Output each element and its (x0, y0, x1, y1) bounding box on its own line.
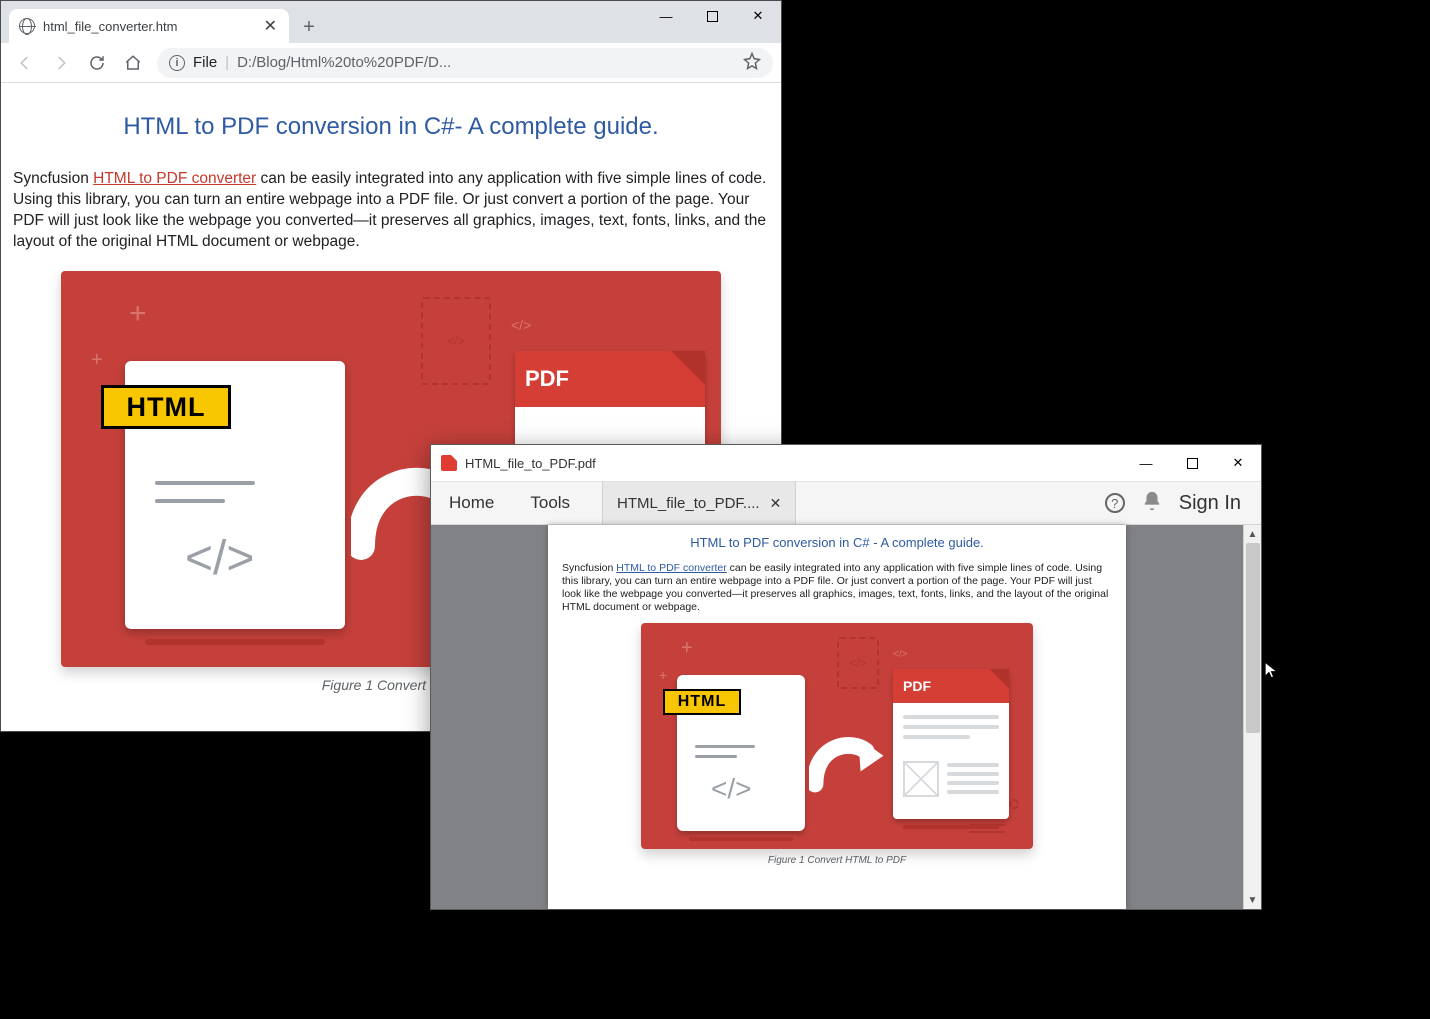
url-bar[interactable]: i File | D:/Blog/Html%20to%20PDF/D... (157, 48, 773, 78)
arrow-icon (809, 727, 887, 793)
url-scheme-label: File (193, 54, 217, 71)
html-doc-icon: HTML </> (125, 361, 345, 629)
browser-tab[interactable]: html_file_converter.htm ✕ (9, 9, 289, 43)
mouse-cursor-icon (1263, 661, 1281, 684)
menu-tools[interactable]: Tools (512, 482, 588, 524)
scroll-track[interactable] (1244, 543, 1261, 891)
tab-close-icon[interactable]: ✕ (264, 16, 277, 36)
chrome-titlebar: html_file_converter.htm ✕ + ― ✕ (1, 1, 781, 43)
decoration-plus-icon: + (129, 297, 147, 331)
bookmark-star-icon[interactable] (743, 52, 761, 74)
nav-home-button[interactable] (117, 47, 149, 79)
tab-title: html_file_converter.htm (43, 19, 256, 34)
window-minimize-button[interactable]: ― (1123, 445, 1169, 481)
decoration-ghost-doc-icon (837, 637, 879, 689)
document-tab[interactable]: HTML_file_to_PDF.... ✕ (602, 482, 796, 524)
intro-lead: Syncfusion (13, 170, 93, 187)
menu-home[interactable]: Home (431, 482, 512, 524)
scroll-down-icon[interactable]: ▼ (1244, 891, 1261, 909)
pdf-doc-icon: PDF (893, 669, 1009, 819)
decoration-ghost-doc-icon (421, 297, 491, 385)
scroll-up-icon[interactable]: ▲ (1244, 525, 1261, 543)
pdf-page: HTML to PDF conversion in C# - A complet… (548, 525, 1126, 909)
url-separator: | (225, 54, 229, 71)
html-doc-icon: HTML </> (677, 675, 805, 831)
pdf-illustration: + + </> HTML </> (641, 623, 1033, 849)
acrobat-menubar: Home Tools HTML_file_to_PDF.... ✕ ? Sign… (431, 481, 1261, 525)
nav-forward-button[interactable] (45, 47, 77, 79)
pdf-file-icon (441, 455, 457, 471)
scroll-thumb[interactable] (1246, 543, 1260, 733)
window-maximize-button[interactable] (689, 1, 735, 31)
window-close-button[interactable]: ✕ (735, 1, 781, 31)
intro-paragraph: Syncfusion HTML to PDF converter can be … (11, 169, 771, 253)
site-info-icon[interactable]: i (169, 55, 185, 71)
sign-in-link[interactable]: Sign In (1179, 492, 1241, 515)
nav-reload-button[interactable] (81, 47, 113, 79)
scrollbar[interactable]: ▲ ▼ (1243, 525, 1261, 909)
acrobat-window: HTML_file_to_PDF.pdf ― ✕ Home Tools HTML… (430, 444, 1262, 910)
decoration-tag-icon: </> (511, 317, 531, 333)
decoration-plus-icon: + (659, 667, 667, 683)
nav-back-button[interactable] (9, 47, 41, 79)
document-tab-close-icon[interactable]: ✕ (770, 495, 782, 512)
decoration-plus-icon: + (681, 637, 693, 660)
new-tab-button[interactable]: + (295, 13, 323, 41)
url-path: D:/Blog/Html%20to%20PDF/D... (237, 54, 735, 71)
window-maximize-button[interactable] (1169, 445, 1215, 481)
html-badge-label: HTML (663, 689, 741, 715)
acrobat-viewport: HTML to PDF conversion in C# - A complet… (431, 525, 1261, 909)
pdf-figure-caption: Figure 1 Convert HTML to PDF (768, 855, 906, 866)
decoration-tag-icon: </> (893, 649, 907, 660)
converter-link[interactable]: HTML to PDF converter (93, 170, 256, 187)
document-tab-label: HTML_file_to_PDF.... (617, 495, 760, 512)
pdf-figure: + + </> HTML </> (562, 623, 1112, 866)
acrobat-window-title: HTML_file_to_PDF.pdf (465, 456, 596, 471)
chrome-toolbar: i File | D:/Blog/Html%20to%20PDF/D... (1, 43, 781, 83)
notifications-bell-icon[interactable] (1141, 490, 1163, 517)
pdf-badge-label: PDF (903, 678, 931, 694)
pdf-intro-lead: Syncfusion (562, 562, 616, 574)
globe-icon (19, 18, 35, 34)
window-close-button[interactable]: ✕ (1215, 445, 1261, 481)
window-minimize-button[interactable]: ― (643, 1, 689, 31)
pdf-converter-link[interactable]: HTML to PDF converter (616, 562, 726, 574)
page-title: HTML to PDF conversion in C#- A complete… (11, 113, 771, 141)
pdf-intro-paragraph: Syncfusion HTML to PDF converter can be … (562, 562, 1112, 615)
acrobat-titlebar: HTML_file_to_PDF.pdf ― ✕ (431, 445, 1261, 481)
html-badge-label: HTML (101, 385, 231, 429)
decoration-plus-icon: + (91, 349, 103, 372)
pdf-badge-label: PDF (525, 366, 569, 392)
decoration-ring-icon (1009, 799, 1019, 809)
pdf-page-title: HTML to PDF conversion in C# - A complet… (562, 535, 1112, 550)
help-icon[interactable]: ? (1105, 493, 1125, 513)
